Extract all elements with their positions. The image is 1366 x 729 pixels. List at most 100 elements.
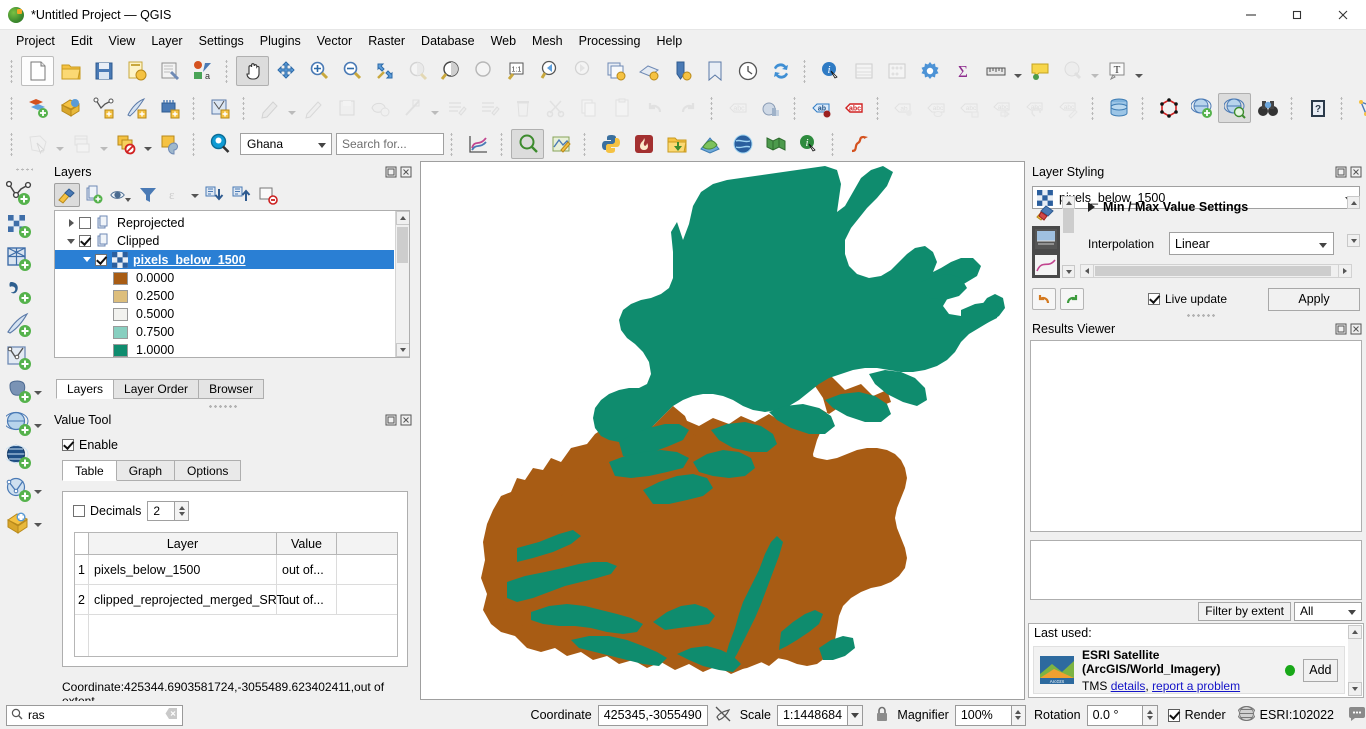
refresh-icon[interactable] <box>764 56 797 86</box>
scroll-right-icon[interactable] <box>1338 265 1351 277</box>
xyz-caret-icon[interactable] <box>32 506 43 539</box>
value-tool-enable-row[interactable]: Enable <box>62 438 416 452</box>
zoom-native-1to1-icon[interactable]: 1:1 <box>500 56 533 86</box>
pan-map-icon[interactable] <box>236 55 269 86</box>
metasearch-icon[interactable] <box>1218 92 1251 123</box>
scroll-up-icon[interactable] <box>396 211 409 225</box>
menu-database[interactable]: Database <box>413 32 483 50</box>
scrollbar-thumb[interactable] <box>1063 209 1074 233</box>
rotation-field[interactable]: 0.0 ° <box>1086 704 1144 726</box>
identify-features-icon[interactable]: i <box>814 56 847 86</box>
annotation-dropdown-caret-icon[interactable] <box>1133 56 1144 86</box>
zoom-in-icon[interactable] <box>302 56 335 86</box>
close-icon[interactable] <box>1320 0 1366 30</box>
identify-info-green-icon[interactable]: i <box>792 129 825 159</box>
remove-layer-group-icon[interactable] <box>255 183 281 207</box>
live-update-row[interactable]: Live update <box>1148 292 1227 306</box>
add-vector-layer-left-icon[interactable] <box>2 176 46 209</box>
show-unplaced-labels-icon[interactable]: abc <box>920 93 953 123</box>
layers-tree-scrollbar[interactable] <box>395 211 409 357</box>
value-tool-icon[interactable] <box>511 129 544 159</box>
add-button[interactable]: Add <box>1302 658 1338 682</box>
zoom-to-selection-icon[interactable] <box>401 56 434 86</box>
expand-all-icon[interactable] <box>201 183 227 207</box>
undo-icon[interactable] <box>638 93 671 123</box>
table-row[interactable]: 1 pixels_below_1500 out of... <box>75 555 397 585</box>
zoom-next-icon[interactable] <box>566 56 599 86</box>
toolbar-search-input[interactable]: Search for... <box>336 133 444 155</box>
zoom-to-layer-settings-icon[interactable] <box>632 56 665 86</box>
zoom-last-icon[interactable] <box>533 56 566 86</box>
minimize-icon[interactable] <box>1228 0 1274 30</box>
open-project-icon[interactable] <box>54 56 87 86</box>
paste-features-icon[interactable] <box>605 93 638 123</box>
menu-settings[interactable]: Settings <box>191 32 252 50</box>
select-features-icon[interactable] <box>21 129 54 159</box>
add-delimited-text-layer-icon[interactable] <box>87 93 120 123</box>
change-label-icon[interactable]: ab <box>887 93 920 123</box>
menu-project[interactable]: Project <box>8 32 63 50</box>
tab-table[interactable]: Table <box>62 460 117 481</box>
pan-to-selection-icon[interactable] <box>269 56 302 86</box>
plugin-leaf-icon[interactable] <box>693 129 726 159</box>
redo-icon[interactable] <box>671 93 704 123</box>
pin-labels-icon[interactable]: abc <box>721 93 754 123</box>
expression-filter-caret-icon[interactable] <box>189 183 200 207</box>
layer-styling-undock-icon[interactable] <box>1334 166 1347 179</box>
tab-layer-order[interactable]: Layer Order <box>113 379 200 399</box>
expand-twisty-icon[interactable] <box>63 219 79 227</box>
add-delimited-text-layer-left-icon[interactable] <box>2 275 46 308</box>
symbology-tab-icon[interactable] <box>1032 200 1060 226</box>
decimals-input[interactable]: 2 <box>147 501 176 521</box>
collapse-all-icon[interactable] <box>228 183 254 207</box>
scroll-down-icon[interactable] <box>1062 265 1075 278</box>
plugin-map-paint-icon[interactable] <box>544 129 577 159</box>
save-layer-edits-icon[interactable] <box>330 93 363 123</box>
new-virtual-layer-icon[interactable] <box>203 93 236 123</box>
style-manager-icon[interactable]: a <box>186 56 219 86</box>
select-by-location-icon[interactable] <box>153 129 186 159</box>
deselect-features-icon[interactable] <box>109 129 142 159</box>
crs-value[interactable]: ESRI:102022 <box>1260 708 1334 722</box>
scroll-down-icon[interactable] <box>1348 682 1362 696</box>
current-edits-icon[interactable] <box>253 93 286 123</box>
tab-options[interactable]: Options <box>174 460 242 481</box>
highlight-pinned-labels-icon[interactable]: ab <box>804 93 837 123</box>
magnifier-field[interactable]: 100% <box>954 704 1012 726</box>
results-viewer-undock-icon[interactable] <box>1334 323 1347 336</box>
copy-features-icon[interactable] <box>572 93 605 123</box>
scroll-up-icon[interactable] <box>1348 625 1362 639</box>
menu-help[interactable]: Help <box>648 32 690 50</box>
modify-attributes-icon[interactable] <box>396 93 429 123</box>
layers-panel-undock-icon[interactable] <box>384 166 397 179</box>
scroll-up-icon[interactable] <box>1347 196 1360 209</box>
transparency-tab-icon[interactable] <box>1032 226 1060 252</box>
help-contents-icon[interactable]: ? <box>1301 93 1334 123</box>
scroll-down-icon[interactable] <box>396 343 409 357</box>
value-tool-undock-icon[interactable] <box>384 414 397 427</box>
map-tips-icon[interactable] <box>1023 56 1056 86</box>
add-virtual-layer-left-icon[interactable] <box>2 341 46 374</box>
temporal-controller-icon[interactable] <box>731 56 764 86</box>
panel-splitter[interactable] <box>208 404 238 409</box>
decimals-stepper[interactable] <box>175 501 190 521</box>
styling-horizontal-scrollbar[interactable] <box>1080 264 1352 278</box>
rotation-stepper[interactable] <box>1143 704 1158 726</box>
collapse-twisty-icon[interactable] <box>63 238 79 244</box>
move-label-icon[interactable]: abc <box>953 93 986 123</box>
live-update-checkbox[interactable] <box>1148 293 1160 305</box>
postgis-caret-icon[interactable] <box>32 374 43 407</box>
database-icon[interactable] <box>1102 93 1135 123</box>
redo-icon[interactable] <box>1060 288 1084 310</box>
add-raster-layer-left-icon[interactable] <box>2 209 46 242</box>
deselect-caret-icon[interactable] <box>142 129 153 159</box>
menu-raster[interactable]: Raster <box>360 32 413 50</box>
table-row[interactable]: 2 clipped_reprojected_merged_SRT... out … <box>75 585 397 615</box>
plugin-snake-icon[interactable] <box>842 129 875 159</box>
select-dropdown-caret-icon[interactable] <box>54 129 65 159</box>
styling-rail-scrollbar[interactable] <box>1062 196 1075 278</box>
new-text-annotation-icon[interactable]: T <box>1100 56 1133 86</box>
measure-dropdown-caret-icon[interactable] <box>1012 56 1023 86</box>
scale-field[interactable]: 1:1448684 <box>776 704 849 726</box>
rotate-label-icon[interactable]: abc <box>837 93 870 123</box>
